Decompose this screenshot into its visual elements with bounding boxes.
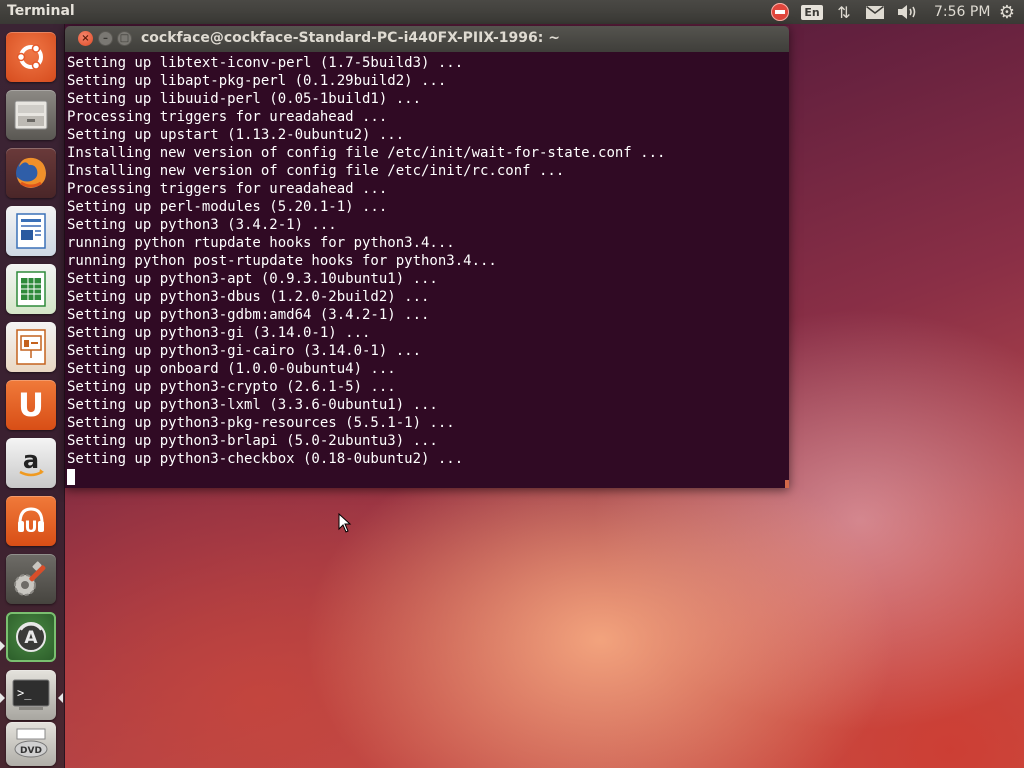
gear-icon[interactable]: ⚙ bbox=[996, 2, 1018, 23]
terminal-line: Setting up python3-gi (3.14.0-1) ... bbox=[67, 325, 371, 341]
launcher: U a U A >_ DVD bbox=[0, 24, 65, 768]
terminal-line: Setting up upstart (1.13.2-0ubuntu2) ... bbox=[67, 127, 405, 143]
terminal-line: Setting up python3-dbus (1.2.0-2build2) … bbox=[67, 289, 430, 305]
terminal-line: running python rtupdate hooks for python… bbox=[67, 235, 455, 251]
window-titlebar[interactable]: × – □ cockface@cockface-Standard-PC-i440… bbox=[65, 26, 789, 52]
amazon-icon[interactable]: a bbox=[6, 438, 56, 488]
terminal-line: Setting up libuuid-perl (0.05-1build1) .… bbox=[67, 91, 422, 107]
terminal-line: Setting up python3-crypto (2.6.1-5) ... bbox=[67, 379, 396, 395]
active-indicator bbox=[0, 641, 5, 651]
terminal-line: Setting up python3-brlapi (5.0-2ubuntu3)… bbox=[67, 433, 438, 449]
libreoffice-calc-icon[interactable] bbox=[6, 264, 56, 314]
active-app-title: Terminal bbox=[7, 3, 75, 19]
minimize-button[interactable]: – bbox=[98, 31, 113, 46]
terminal-line: Setting up python3-checkbox (0.18-0ubunt… bbox=[67, 451, 464, 467]
terminal-output[interactable]: Setting up libtext-iconv-perl (1.7-5buil… bbox=[65, 52, 789, 488]
terminal-line: Processing triggers for ureadahead ... bbox=[67, 109, 388, 125]
ubuntu-dash-icon[interactable] bbox=[6, 32, 56, 82]
minimize-icon: – bbox=[103, 33, 108, 44]
terminal-line: Setting up onboard (1.0.0-0ubuntu4) ... bbox=[67, 361, 396, 377]
keyboard-language-indicator[interactable]: En bbox=[801, 2, 823, 22]
maximize-icon: □ bbox=[119, 33, 130, 44]
dvd-label: DVD bbox=[20, 746, 42, 756]
terminal-line: Installing new version of config file /e… bbox=[67, 145, 666, 161]
mail-icon[interactable] bbox=[864, 2, 886, 22]
terminal-lines: Setting up libtext-iconv-perl (1.7-5buil… bbox=[67, 54, 665, 485]
window-title: cockface@cockface-Standard-PC-i440FX-PII… bbox=[141, 30, 560, 46]
ubuntu-one-music-icon[interactable]: U bbox=[6, 496, 56, 546]
terminal-line: Setting up python3-gi-cairo (3.14.0-1) .… bbox=[67, 343, 422, 359]
terminal-line: Setting up libapt-pkg-perl (0.1.29build2… bbox=[67, 73, 447, 89]
terminal-line: running python post-rtupdate hooks for p… bbox=[67, 253, 497, 269]
svg-text:A: A bbox=[24, 628, 38, 648]
close-button[interactable]: × bbox=[78, 31, 93, 46]
terminal-line: Setting up python3-lxml (3.3.6-0ubuntu1)… bbox=[67, 397, 438, 413]
running-indicator bbox=[0, 693, 5, 703]
terminal-line: Setting up python3-pkg-resources (5.5.1-… bbox=[67, 415, 455, 431]
libreoffice-impress-icon[interactable] bbox=[6, 322, 56, 372]
firefox-icon[interactable] bbox=[6, 148, 56, 198]
libreoffice-writer-icon[interactable] bbox=[6, 206, 56, 256]
scrollbar[interactable] bbox=[785, 480, 789, 488]
maximize-button[interactable]: □ bbox=[117, 31, 132, 46]
language-label: En bbox=[801, 4, 823, 20]
ubuntu-software-center-icon[interactable]: U bbox=[6, 380, 56, 430]
terminal-line: Installing new version of config file /e… bbox=[67, 163, 565, 179]
network-icon[interactable]: ⇅ bbox=[832, 2, 856, 22]
software-updater-icon[interactable]: A bbox=[6, 612, 56, 662]
terminal-cursor bbox=[67, 469, 75, 485]
mouse-pointer-icon bbox=[338, 512, 352, 537]
terminal-window[interactable]: × – □ cockface@cockface-Standard-PC-i440… bbox=[65, 26, 789, 488]
files-icon[interactable] bbox=[6, 90, 56, 140]
dvd-icon[interactable]: DVD bbox=[6, 722, 56, 766]
svg-text:U: U bbox=[25, 517, 38, 536]
svg-text:>_: >_ bbox=[17, 686, 32, 700]
stop-icon[interactable] bbox=[769, 2, 791, 22]
sound-icon[interactable] bbox=[896, 2, 920, 22]
system-settings-icon[interactable] bbox=[6, 554, 56, 604]
software-center-glyph: U bbox=[18, 386, 44, 424]
terminal-line: Setting up python3-apt (0.9.3.10ubuntu1)… bbox=[67, 271, 438, 287]
close-icon: × bbox=[81, 33, 90, 44]
clock[interactable]: 7:56 PM bbox=[934, 4, 990, 20]
terminal-icon[interactable]: >_ bbox=[6, 670, 56, 720]
terminal-line: Setting up libtext-iconv-perl (1.7-5buil… bbox=[67, 55, 464, 71]
focused-indicator bbox=[58, 693, 63, 703]
top-panel: Terminal En ⇅ 7:56 PM ⚙ bbox=[0, 0, 1024, 24]
svg-text:a: a bbox=[23, 446, 39, 474]
terminal-line: Setting up python3 (3.4.2-1) ... bbox=[67, 217, 337, 233]
terminal-line: Setting up perl-modules (5.20.1-1) ... bbox=[67, 199, 388, 215]
terminal-line: Setting up python3-gdbm:amd64 (3.4.2-1) … bbox=[67, 307, 430, 323]
terminal-line: Processing triggers for ureadahead ... bbox=[67, 181, 388, 197]
